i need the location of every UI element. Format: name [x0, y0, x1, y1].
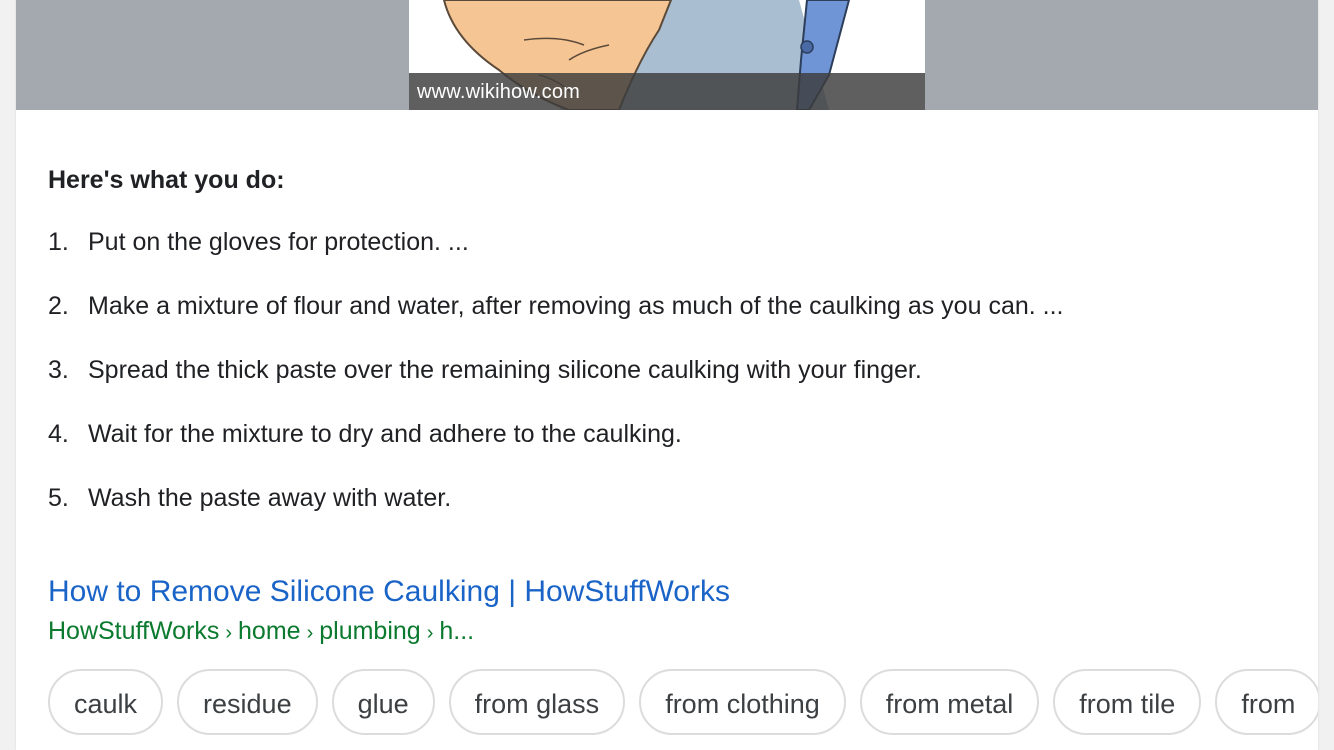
result-title-link[interactable]: How to Remove Silicone Caulking | HowStu…	[48, 575, 730, 609]
chip-residue[interactable]: residue	[177, 669, 318, 735]
step-text: Wash the paste away with water.	[88, 484, 452, 512]
left-gutter	[0, 0, 16, 750]
step-text: Put on the gloves for protection. ...	[88, 228, 469, 256]
chip-from-tile[interactable]: from tile	[1053, 669, 1202, 735]
right-gutter	[1318, 0, 1334, 750]
image-band: www.wikihow.com	[16, 0, 1318, 110]
step-number: 4.	[48, 420, 69, 448]
result-breadcrumb[interactable]: HowStuffWorks › home › plumbing › h...	[48, 617, 474, 646]
breadcrumb-home: home	[238, 617, 301, 645]
step-number: 1.	[48, 228, 69, 256]
chip-truncated[interactable]: from	[1215, 669, 1318, 735]
breadcrumb-site: HowStuffWorks	[48, 617, 220, 645]
breadcrumb-separator: ›	[225, 622, 233, 644]
chip-from-glass[interactable]: from glass	[448, 669, 626, 735]
image-source-url: www.wikihow.com	[417, 81, 581, 103]
step-number: 2.	[48, 292, 69, 320]
step-text: Wait for the mixture to dry and adhere t…	[88, 420, 682, 448]
steps-heading: Here's what you do:	[48, 166, 285, 194]
chip-from-clothing[interactable]: from clothing	[639, 669, 846, 735]
breadcrumb-plumbing: plumbing	[319, 617, 421, 645]
breadcrumb-separator: ›	[426, 622, 434, 644]
step-text: Make a mixture of flour and water, after…	[88, 292, 1064, 320]
step-text: Spread the thick paste over the remainin…	[88, 356, 922, 384]
chip-caulk[interactable]: caulk	[48, 669, 164, 735]
chip-from-metal[interactable]: from metal	[859, 669, 1040, 735]
page: www.wikihow.com Here's what you do: 1. P…	[0, 0, 1334, 750]
step-number: 3.	[48, 356, 69, 384]
snippet-image[interactable]: www.wikihow.com	[409, 0, 925, 110]
chip-glue[interactable]: glue	[331, 669, 435, 735]
image-source-caption[interactable]: www.wikihow.com	[409, 73, 925, 110]
breadcrumb-separator: ›	[306, 622, 314, 644]
related-search-chips: caulk residue glue from glass from clothing f…	[48, 669, 1318, 739]
step-number: 5.	[48, 484, 69, 512]
breadcrumb-truncated: h...	[439, 617, 475, 645]
featured-snippet-card: www.wikihow.com Here's what you do: 1. P…	[16, 0, 1318, 750]
